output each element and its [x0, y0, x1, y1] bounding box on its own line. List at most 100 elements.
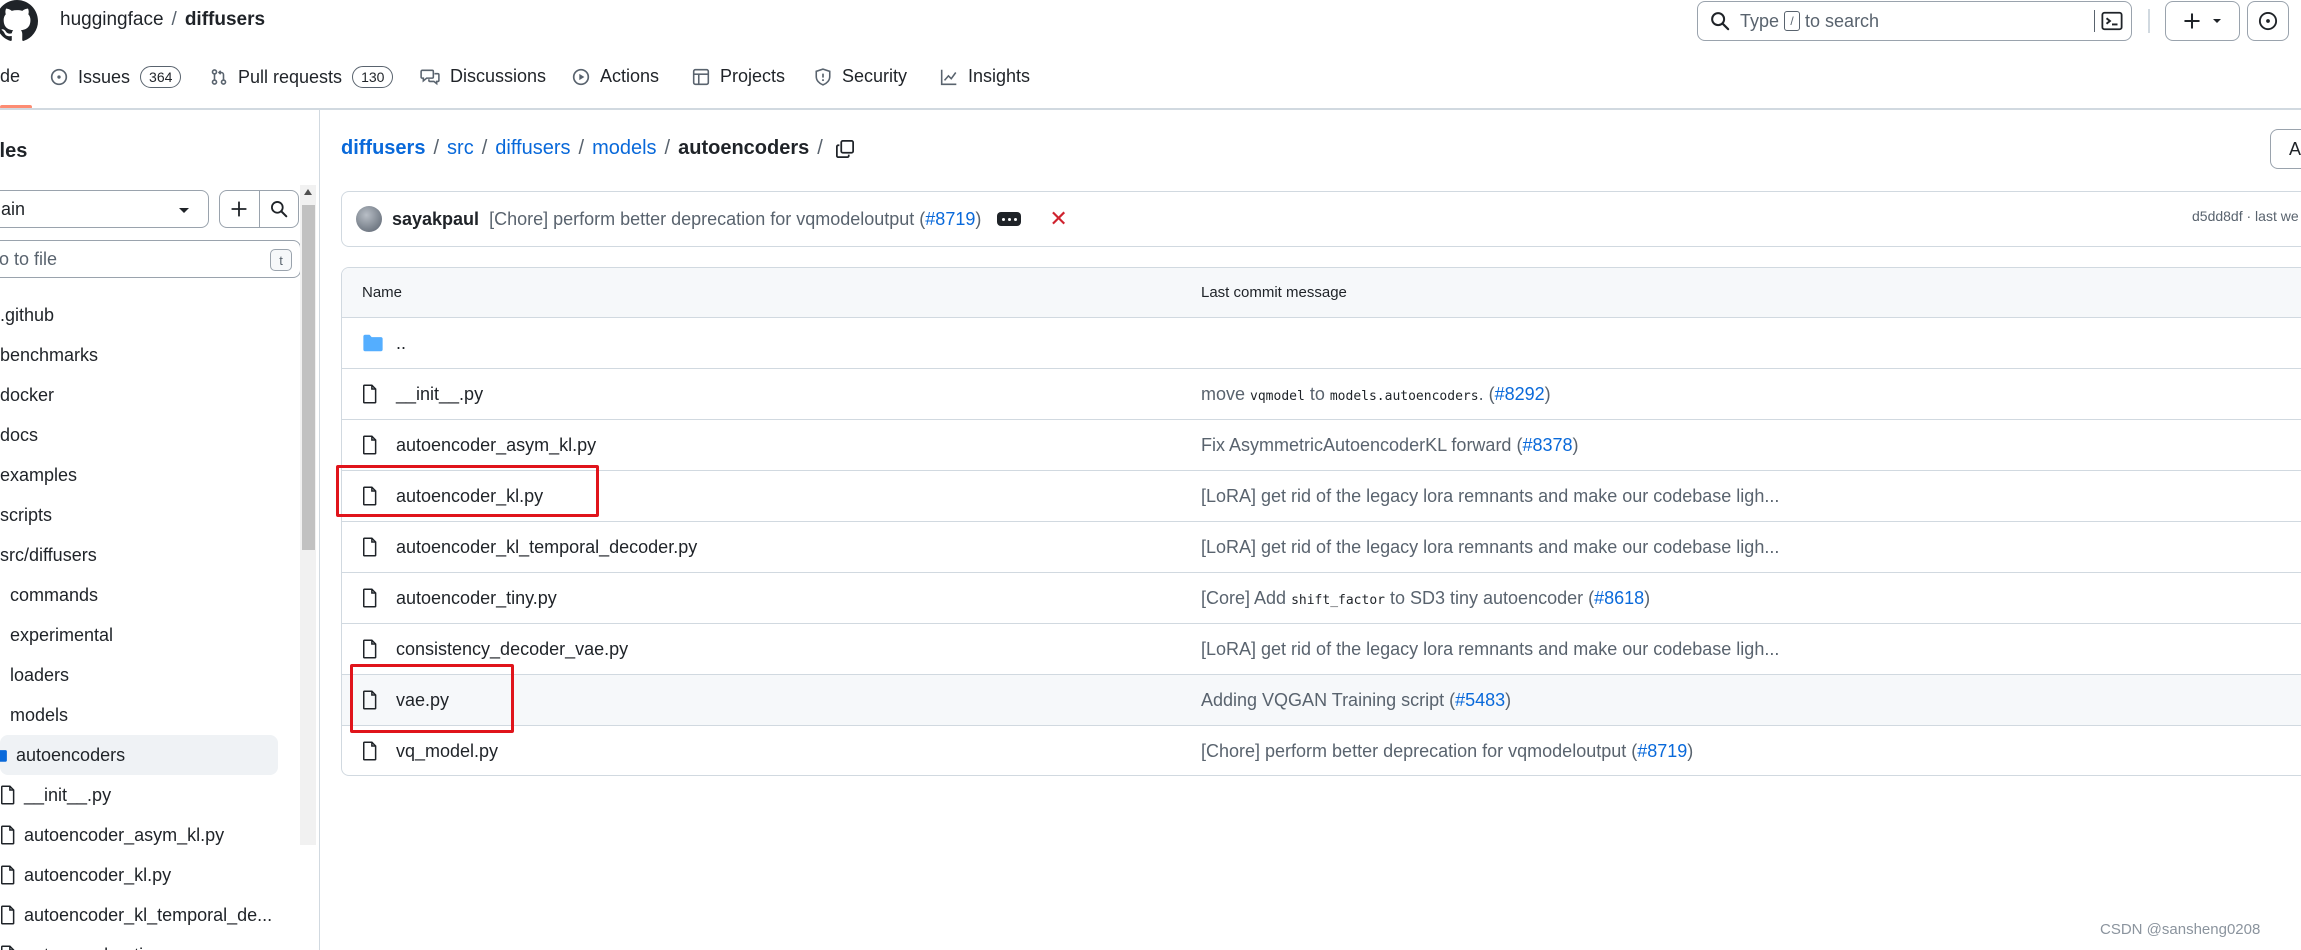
sidebar-item-autoencoder-asym-kl-py[interactable]: autoencoder_asym_kl.py — [0, 815, 300, 855]
commit-message-link[interactable]: [LoRA] get rid of the legacy lora remnan… — [1201, 639, 1779, 660]
command-palette-icon[interactable] — [2101, 10, 2123, 32]
sidebar-scrollbar-thumb[interactable] — [302, 205, 315, 550]
table-row[interactable]: consistency_decoder_vae.py [LoRA] get rid… — [342, 624, 2301, 675]
sidebar-item-autoencoder-kl-temporal-de[interactable]: autoencoder_kl_temporal_de... — [0, 895, 300, 935]
file-icon — [0, 905, 16, 925]
table-row[interactable]: vae.py Adding VQGAN Training script (#548… — [342, 675, 2301, 726]
tab-issues-label: Issues — [78, 66, 131, 87]
commit-message[interactable]: [Chore] perform better deprecation for v… — [489, 209, 981, 230]
commit-message-text: [LoRA] get rid of the legacy lora remnan… — [1201, 537, 1780, 557]
file-name-link[interactable]: autoencoder_tiny.py — [396, 588, 557, 609]
table-row[interactable]: autoencoder_kl_temporal_decoder.py [LoRA]… — [342, 522, 2301, 573]
commit-sha[interactable]: d5dd8df · last we — [2192, 208, 2299, 224]
commit-message-link[interactable]: [LoRA] get rid of the legacy lora remnan… — [1201, 486, 1779, 507]
create-new-button[interactable] — [2165, 1, 2240, 41]
table-row[interactable]: autoencoder_kl.py [LoRA] get rid of the l… — [342, 471, 2301, 522]
breadcrumb-diffusers[interactable]: diffusers — [495, 137, 570, 160]
search-icon[interactable] — [258, 191, 299, 227]
file-name-link[interactable]: __init__.py — [396, 384, 483, 405]
file-table: Name Last commit message .. __init__.py m… — [341, 267, 2301, 776]
copy-path-icon[interactable] — [835, 139, 855, 159]
parent-directory-link[interactable]: .. — [396, 333, 406, 354]
table-row[interactable]: __init__.py move vqmodel to models.autoen… — [342, 369, 2301, 420]
breadcrumb-separator: / — [817, 137, 823, 159]
sidebar-item-docker[interactable]: docker — [0, 375, 300, 415]
commit-message-text: ) — [1505, 690, 1512, 710]
avatar[interactable] — [356, 206, 382, 232]
add-file-icon[interactable] — [220, 191, 259, 227]
search-input[interactable]: Type / to search — [1697, 1, 2132, 41]
breadcrumb-src[interactable]: src — [447, 137, 474, 160]
go-to-file-input[interactable]: o to file t — [0, 240, 301, 278]
repo-breadcrumb: huggingface / diffusers — [60, 9, 265, 31]
add-file-button[interactable]: Ad — [2270, 129, 2301, 169]
pr-link[interactable]: #8618 — [1594, 588, 1644, 608]
commit-message-text: [LoRA] get rid of the legacy lora remnan… — [1201, 486, 1780, 506]
inline-code: vqmodel — [1250, 389, 1305, 404]
parent-directory-row[interactable]: .. — [342, 318, 2301, 369]
tab-actions[interactable]: Actions — [572, 66, 659, 87]
breadcrumb-models[interactable]: models — [592, 137, 656, 160]
pr-link[interactable]: #8378 — [1522, 435, 1572, 455]
sidebar-item-loaders[interactable]: loaders — [0, 655, 300, 695]
commit-author[interactable]: sayakpaul — [392, 209, 479, 230]
sidebar-item-benchmarks[interactable]: benchmarks — [0, 335, 300, 375]
tab-issues[interactable]: Issues 364 — [50, 66, 182, 88]
commit-message-link[interactable]: [LoRA] get rid of the legacy lora remnan… — [1201, 537, 1779, 558]
file-name-link[interactable]: vq_model.py — [396, 741, 498, 762]
sidebar-item-commands[interactable]: commands — [0, 575, 300, 615]
sidebar-item-experimental[interactable]: experimental — [0, 615, 300, 655]
commit-message-link[interactable]: [Core] Add shift_factor to SD3 tiny auto… — [1201, 588, 1650, 609]
search-divider — [2093, 10, 2095, 32]
file-name-link[interactable]: autoencoder_kl_temporal_decoder.py — [396, 537, 697, 558]
sidebar-item-label: loaders — [10, 664, 70, 685]
table-row[interactable]: autoencoder_tiny.py [Core] Add shift_fact… — [342, 573, 2301, 624]
tab-insights[interactable]: Insights — [940, 66, 1030, 87]
commit-pr-link[interactable]: #8719 — [925, 209, 975, 229]
scroll-up-arrow-icon[interactable] — [303, 188, 313, 196]
tab-pull-requests[interactable]: Pull requests 130 — [210, 66, 394, 88]
table-row[interactable]: autoencoder_asym_kl.py Fix AsymmetricAuto… — [342, 420, 2301, 471]
your-issues-button[interactable] — [2247, 1, 2289, 41]
owner-link[interactable]: huggingface — [60, 9, 164, 31]
commit-message-link[interactable]: Fix AsymmetricAutoencoderKL forward (#83… — [1201, 435, 1579, 456]
expand-commit-icon[interactable] — [997, 212, 1022, 226]
file-name-link[interactable]: autoencoder_asym_kl.py — [396, 435, 596, 456]
sidebar-item-autoencoder-tiny-py[interactable]: autoencoder_tiny.py — [0, 935, 300, 950]
commit-message-link[interactable]: move vqmodel to models.autoencoders. (#8… — [1201, 384, 1551, 405]
tab-discussions[interactable]: Discussions — [420, 66, 546, 87]
breadcrumb-root[interactable]: diffusers — [341, 137, 425, 160]
inline-code: shift_factor — [1291, 593, 1385, 608]
tab-code[interactable]: de — [0, 66, 20, 87]
search-placeholder-suffix: to search — [1805, 10, 1880, 31]
sidebar-item-init-py[interactable]: __init__.py — [0, 775, 300, 815]
tab-security[interactable]: Security — [814, 66, 907, 87]
chevron-down-icon — [178, 206, 190, 216]
path-breadcrumb: diffusers / src / diffusers / models / a… — [341, 137, 855, 160]
branch-selector[interactable]: ain — [0, 190, 209, 228]
commit-message-link[interactable]: Adding VQGAN Training script (#5483) — [1201, 690, 1511, 711]
pr-link[interactable]: #8719 — [1637, 741, 1687, 761]
sidebar-item-github[interactable]: .github — [0, 295, 300, 335]
sidebar-item-label: autoencoder_kl_temporal_de... — [24, 904, 273, 925]
pr-link[interactable]: #5483 — [1455, 690, 1505, 710]
repo-link[interactable]: diffusers — [185, 9, 265, 31]
file-name-link[interactable]: consistency_decoder_vae.py — [396, 639, 628, 660]
sidebar-item-models[interactable]: models — [0, 695, 300, 735]
github-logo-icon[interactable] — [0, 0, 40, 42]
sidebar-item-autoencoders[interactable]: autoencoders — [0, 735, 278, 775]
check-failed-icon[interactable]: ✕ — [1049, 206, 1067, 232]
sidebar-item-src-diffusers[interactable]: src/diffusers — [0, 535, 300, 575]
tab-projects[interactable]: Projects — [692, 66, 785, 87]
inline-code: models.autoencoders — [1329, 389, 1479, 404]
sidebar-item-autoencoder-kl-py[interactable]: autoencoder_kl.py — [0, 855, 300, 895]
table-row[interactable]: vq_model.py [Chore] perform better deprec… — [342, 726, 2301, 775]
commit-message-link[interactable]: [Chore] perform better deprecation for v… — [1201, 741, 1693, 762]
breadcrumb-separator: / — [481, 137, 488, 159]
pr-link[interactable]: #8292 — [1495, 384, 1545, 404]
sidebar-item-label: examples — [0, 464, 78, 485]
sidebar-item-docs[interactable]: docs — [0, 415, 300, 455]
sidebar-item-scripts[interactable]: scripts — [0, 495, 300, 535]
sidebar-item-examples[interactable]: examples — [0, 455, 300, 495]
shield-icon — [814, 67, 832, 86]
